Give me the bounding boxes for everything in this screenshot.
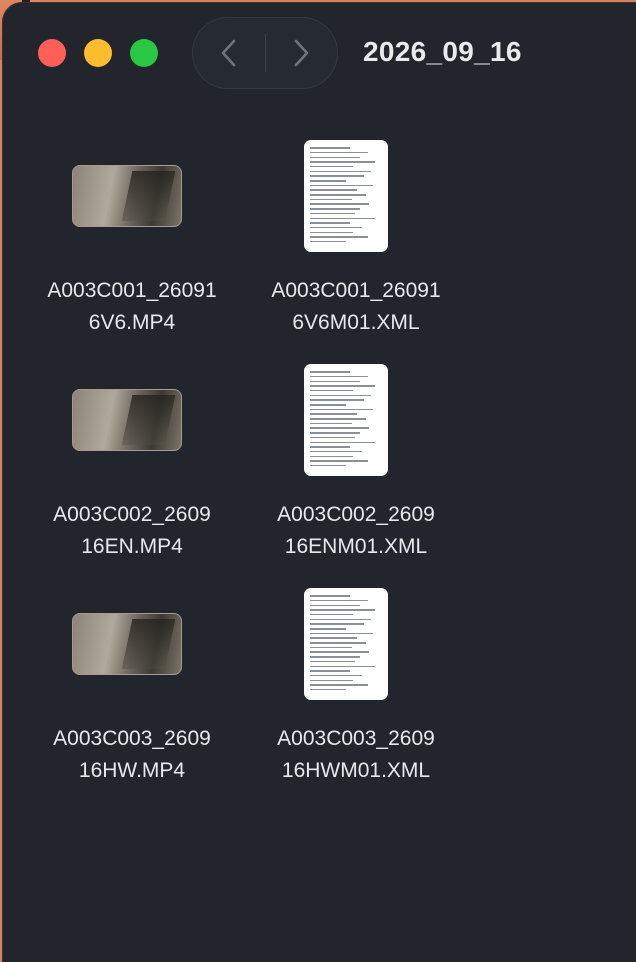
- close-window-button[interactable]: [38, 39, 66, 67]
- xml-document-icon: [304, 588, 388, 700]
- zoom-window-button[interactable]: [130, 39, 158, 67]
- file-name: A003C003_2609 16HW.MP4: [53, 727, 211, 782]
- video-thumbnail-icon: [72, 165, 182, 227]
- forward-button[interactable]: [265, 18, 337, 88]
- file-name: A003C001_26091 6V6M01.XML: [271, 279, 441, 334]
- xml-document-icon: [304, 140, 388, 252]
- video-thumbnail-icon: [72, 613, 182, 675]
- minimize-window-button[interactable]: [84, 39, 112, 67]
- window-title: 2026_09_16: [363, 36, 522, 67]
- chevron-left-icon: [221, 39, 236, 67]
- navigation-buttons: [192, 17, 338, 89]
- xml-document-icon: [304, 364, 388, 476]
- video-thumbnail-icon: [72, 389, 182, 451]
- finder-window: 2026_09_16 A003C001_26091 6V6.MP4 A003C00…: [2, 2, 636, 962]
- chevron-right-icon: [294, 39, 309, 67]
- file-name: A003C002_2609 16EN.MP4: [53, 503, 211, 558]
- file-name: A003C003_2609 16HWM01.XML: [277, 727, 435, 782]
- titlebar: 2026_09_16: [2, 2, 636, 102]
- back-button[interactable]: [193, 18, 265, 88]
- file-name: A003C002_2609 16ENM01.XML: [277, 503, 435, 558]
- file-name: A003C001_26091 6V6.MP4: [47, 279, 217, 334]
